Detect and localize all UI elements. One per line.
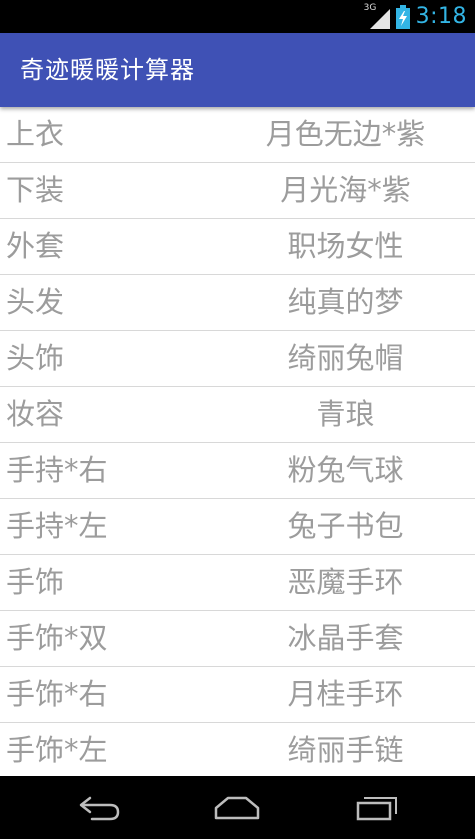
outfit-list: 上衣 月色无边*紫 下装 月光海*紫 外套 职场女性 头发 纯真的梦 头饰 绮丽… [0,107,475,776]
slot-label: 手饰*右 [6,677,108,711]
list-item[interactable]: 手饰*双 冰晶手套 [0,611,475,667]
slot-label: 下装 [6,173,65,207]
item-name: 绮丽手链 [287,733,404,767]
list-item[interactable]: 下装 月光海*紫 [0,163,475,219]
status-icons: 3G 3:18 [364,0,467,33]
status-bar: 3G 3:18 [0,0,475,33]
back-button[interactable] [70,788,130,828]
item-name: 月光海*紫 [280,173,411,207]
list-item[interactable]: 妆容 青琅 [0,387,475,443]
slot-label: 手饰 [6,565,65,599]
slot-label: 手持*右 [6,453,108,487]
list-item[interactable]: 头发 纯真的梦 [0,275,475,331]
slot-label: 头饰 [6,341,65,375]
item-name: 纯真的梦 [287,285,404,319]
slot-label: 妆容 [6,397,65,431]
recents-button[interactable] [347,788,407,828]
slot-label: 上衣 [6,117,65,151]
item-name: 绮丽兔帽 [287,341,404,375]
list-item[interactable]: 手饰*右 月桂手环 [0,667,475,723]
list-item[interactable]: 手饰 恶魔手环 [0,555,475,611]
item-name: 月色无边*紫 [265,117,426,151]
item-name: 冰晶手套 [287,621,404,655]
slot-label: 外套 [6,229,65,263]
list-item[interactable]: 手持*右 粉兔气球 [0,443,475,499]
home-icon [214,796,260,820]
slot-label: 手饰*双 [6,621,108,655]
slot-label: 手持*左 [6,509,108,543]
list-item[interactable]: 外套 职场女性 [0,219,475,275]
network-indicator: 3G [364,3,390,29]
item-name: 兔子书包 [287,509,404,543]
signal-icon [369,8,390,29]
slot-label: 手饰*左 [6,733,108,767]
home-button[interactable] [207,788,267,828]
app-bar: 奇迹暖暖计算器 [0,33,475,107]
item-name: 粉兔气球 [287,453,404,487]
status-time: 3:18 [415,4,467,29]
list-item[interactable]: 手持*左 兔子书包 [0,499,475,555]
item-name: 恶魔手环 [287,565,404,599]
battery-icon [395,4,410,29]
slot-label: 头发 [6,285,65,319]
item-name: 青琅 [316,397,375,431]
list-item[interactable]: 手饰*左 绮丽手链 [0,723,475,776]
recents-icon [356,797,397,821]
item-name: 职场女性 [287,229,404,263]
list-item[interactable]: 头饰 绮丽兔帽 [0,331,475,387]
item-name: 月桂手环 [287,677,404,711]
app-title: 奇迹暖暖计算器 [20,56,195,84]
list-item[interactable]: 上衣 月色无边*紫 [0,107,475,163]
back-icon [79,796,120,821]
navigation-bar [0,776,475,839]
